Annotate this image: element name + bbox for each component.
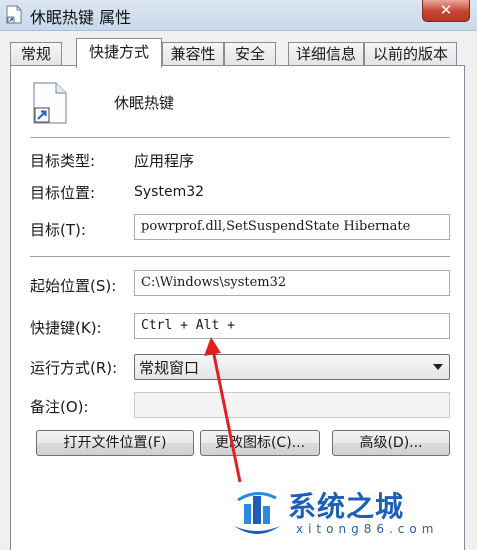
watermark-domain: xitong86.com [296,522,439,536]
run-select-value: 常规窗口 [139,359,200,377]
target-type-value: 应用程序 [134,152,195,170]
window-title: 休眠热键 属性 [30,8,132,27]
separator [30,256,450,258]
shortcut-name: 休眠热键 [114,94,175,112]
hotkey-label: 快捷键(K): [30,319,102,337]
tab-security[interactable]: 安全 [224,42,276,66]
close-icon: ✕ [439,1,453,19]
target-type-label: 目标类型: [30,152,96,170]
target-field[interactable]: powrprof.dll,SetSuspendState Hibernate [134,214,450,240]
open-file-location-button[interactable]: 打开文件位置(F) [36,430,194,456]
chevron-down-icon [433,364,443,370]
tab-compatibility[interactable]: 兼容性 [162,42,224,66]
tab-details[interactable]: 详细信息 [288,42,364,66]
tab-general[interactable]: 常规 [10,42,62,66]
watermark-logo [234,492,280,534]
target-label: 目标(T): [30,221,86,239]
comment-field[interactable] [134,392,450,418]
start-in-field[interactable]: C:\Windows\system32 [134,270,450,296]
close-button[interactable]: ✕ [422,0,470,22]
title-bar: 休眠热键 属性 ✕ [0,0,477,31]
shortcut-file-icon [33,82,67,124]
advanced-button[interactable]: 高级(D)... [332,430,450,456]
run-select[interactable]: 常规窗口 [134,354,450,380]
change-icon-button[interactable]: 更改图标(C)... [200,430,320,456]
hotkey-field[interactable]: Ctrl + Alt + [134,313,450,339]
document-icon [6,5,22,24]
comment-label: 备注(O): [30,398,89,416]
tab-shortcut[interactable]: 快捷方式 [76,38,162,68]
target-location-label: 目标位置: [30,184,96,202]
watermark-title: 系统之城 [288,490,405,523]
target-location-value: System32 [134,184,205,200]
run-label: 运行方式(R): [30,359,118,377]
tab-previous-versions[interactable]: 以前的版本 [364,42,457,66]
start-in-label: 起始位置(S): [30,277,117,295]
separator [30,137,450,139]
